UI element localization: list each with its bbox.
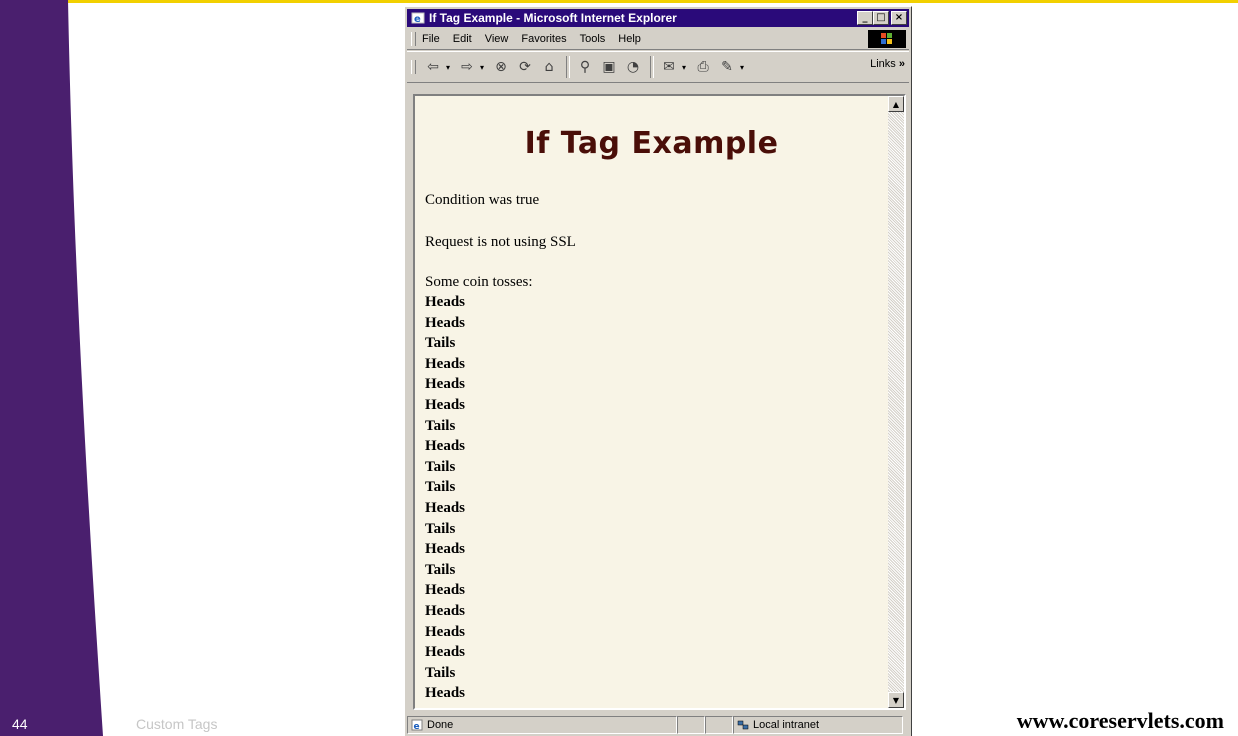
history-icon[interactable]: ◔ bbox=[622, 56, 644, 78]
slide-footer-label: Custom Tags bbox=[136, 716, 218, 732]
ie-page-icon: e bbox=[411, 719, 423, 731]
status-text: Done bbox=[427, 719, 454, 731]
stop-icon[interactable]: ⊗ bbox=[490, 56, 512, 78]
zone-text: Local intranet bbox=[753, 719, 820, 731]
status-panel-1 bbox=[677, 716, 705, 734]
page-viewport[interactable]: If Tag Example Condition was true Reques… bbox=[413, 94, 906, 710]
ssl-text: Request is not using SSL bbox=[425, 234, 576, 250]
status-bar: e Done Local intranet bbox=[407, 716, 909, 736]
edit-dropdown-icon[interactable]: ▾ bbox=[740, 63, 744, 72]
coin-toss-result: Tails bbox=[425, 458, 456, 475]
toolbar-separator bbox=[650, 56, 655, 78]
maximize-button[interactable]: □ bbox=[873, 11, 889, 25]
minimize-button[interactable]: _ bbox=[857, 11, 873, 25]
print-icon[interactable]: ⎙ bbox=[692, 56, 714, 78]
ie-browser-window: e If Tag Example - Microsoft Internet Ex… bbox=[404, 6, 912, 736]
coin-toss-result: Tails bbox=[425, 664, 456, 681]
coin-toss-result: Heads bbox=[425, 623, 466, 640]
menu-file[interactable]: File bbox=[422, 33, 440, 45]
status-main: e Done bbox=[407, 716, 677, 734]
links-label: Links bbox=[870, 58, 896, 70]
coin-toss-result: Heads bbox=[425, 438, 466, 455]
close-button[interactable]: × bbox=[891, 11, 907, 25]
coin-toss-result: Heads bbox=[425, 294, 466, 310]
coin-toss-result: Tails bbox=[425, 561, 456, 578]
coin-toss-list: Heads Heads Tails Heads Heads Heads Tail… bbox=[425, 292, 465, 704]
mail-icon[interactable]: ✉ bbox=[658, 56, 680, 78]
toolbar-grip bbox=[411, 60, 416, 74]
search-icon[interactable]: ⚲ bbox=[574, 56, 596, 78]
coin-toss-result: Heads bbox=[425, 376, 466, 393]
coin-toss-result: Heads bbox=[425, 582, 466, 599]
menu-tools[interactable]: Tools bbox=[580, 33, 606, 45]
scroll-up-arrow-icon[interactable]: ▲ bbox=[888, 96, 904, 112]
coin-toss-result: Heads bbox=[425, 355, 466, 372]
coin-toss-result: Heads bbox=[425, 602, 466, 619]
back-dropdown-icon[interactable]: ▾ bbox=[446, 63, 450, 72]
coin-toss-result: Heads bbox=[425, 685, 466, 702]
coin-toss-result: Heads bbox=[425, 396, 466, 413]
coin-toss-result: Tails bbox=[425, 479, 456, 496]
condition-text: Condition was true bbox=[425, 192, 540, 208]
menu-grip bbox=[411, 32, 416, 46]
ie-app-icon: e bbox=[411, 12, 425, 25]
mail-dropdown-icon[interactable]: ▾ bbox=[682, 63, 686, 72]
page-heading: If Tag Example bbox=[524, 126, 779, 161]
links-bar[interactable]: Links » bbox=[870, 58, 905, 70]
forward-arrow-icon[interactable]: ⇨ bbox=[456, 56, 478, 78]
vertical-scrollbar[interactable]: ▲ ▼ bbox=[888, 96, 904, 708]
coin-toss-result: Tails bbox=[425, 335, 456, 352]
status-zone: Local intranet bbox=[733, 716, 903, 734]
scroll-down-arrow-icon[interactable]: ▼ bbox=[888, 692, 904, 708]
window-title: If Tag Example - Microsoft Internet Expl… bbox=[429, 11, 677, 25]
slide-page-number: 44 bbox=[12, 716, 28, 732]
slide-url: www.coreservlets.com bbox=[1016, 708, 1224, 733]
coin-toss-result: Heads bbox=[425, 499, 466, 516]
svg-text:e: e bbox=[414, 722, 420, 731]
svg-text:e: e bbox=[414, 14, 421, 25]
menu-favorites[interactable]: Favorites bbox=[521, 33, 566, 45]
menu-edit[interactable]: Edit bbox=[453, 33, 472, 45]
slide-purple-swoosh bbox=[0, 0, 103, 736]
home-icon[interactable]: ⌂ bbox=[538, 56, 560, 78]
refresh-icon[interactable]: ⟳ bbox=[514, 56, 536, 78]
menu-view[interactable]: View bbox=[485, 33, 509, 45]
windows-logo-icon bbox=[868, 30, 906, 48]
slide-accent-line bbox=[0, 0, 1238, 3]
toolbar-separator bbox=[566, 56, 571, 78]
coin-toss-result: Tails bbox=[425, 520, 456, 537]
coin-toss-result: Tails bbox=[425, 417, 456, 434]
standard-toolbar: ⇦ ▾ ⇨ ▾ ⊗ ⟳ ⌂ ⚲ ▣ ◔ ✉ ▾ ⎙ ✎ ▾ Links » bbox=[407, 51, 909, 83]
coin-toss-intro: Some coin tosses: bbox=[425, 274, 533, 290]
status-panel-2 bbox=[705, 716, 733, 734]
edit-icon[interactable]: ✎ bbox=[716, 56, 738, 78]
back-arrow-icon[interactable]: ⇦ bbox=[422, 56, 444, 78]
forward-dropdown-icon[interactable]: ▾ bbox=[480, 63, 484, 72]
local-intranet-icon bbox=[737, 720, 749, 730]
menu-help[interactable]: Help bbox=[618, 33, 641, 45]
window-titlebar[interactable]: e If Tag Example - Microsoft Internet Ex… bbox=[407, 9, 909, 27]
coin-toss-result: Heads bbox=[425, 644, 466, 661]
coin-toss-result: Heads bbox=[425, 314, 466, 331]
coin-toss-result: Heads bbox=[425, 541, 466, 558]
menu-bar: File Edit View Favorites Tools Help bbox=[407, 29, 909, 50]
favorites-icon[interactable]: ▣ bbox=[598, 56, 620, 78]
